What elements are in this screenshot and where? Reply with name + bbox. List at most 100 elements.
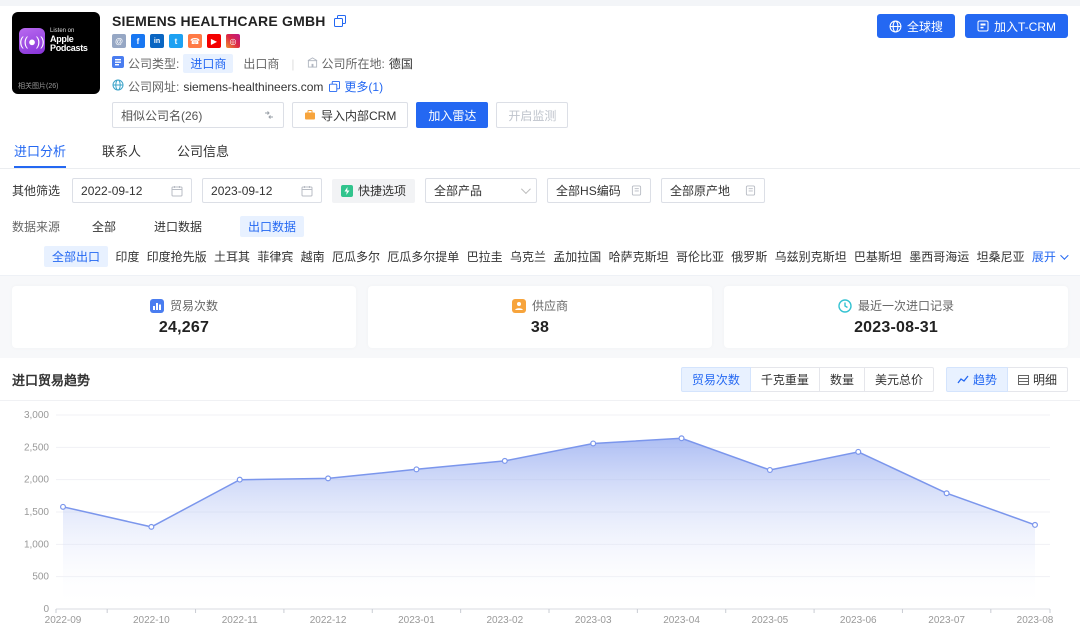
location-label: 公司所在地: [322, 55, 385, 72]
country-all-export[interactable]: 全部出口 [44, 246, 108, 267]
copy-url-icon[interactable] [329, 81, 340, 92]
country-ecuador-bol[interactable]: 厄瓜多尔提单 [387, 248, 459, 265]
globe-search-icon [889, 20, 902, 33]
svg-text:2022-10: 2022-10 [133, 615, 170, 626]
main-tabs: 进口分析 联系人 公司信息 [0, 132, 1080, 169]
metric-usd-total[interactable]: 美元总价 [864, 367, 934, 392]
metric-quantity[interactable]: 数量 [819, 367, 865, 392]
country-mexico-sea[interactable]: 墨西哥海运 [909, 248, 969, 265]
svg-text:2022-09: 2022-09 [45, 615, 82, 626]
svg-text:2,500: 2,500 [24, 442, 49, 453]
svg-text:2023-03: 2023-03 [575, 615, 612, 626]
stat-value: 2023-08-31 [854, 319, 938, 337]
country-kazakhstan[interactable]: 哈萨克斯坦 [609, 248, 669, 265]
tab-company-info[interactable]: 公司信息 [177, 141, 229, 168]
data-source-label: 数据来源 [12, 218, 60, 235]
country-turkey[interactable]: 土耳其 [214, 248, 250, 265]
chart-title: 进口贸易趋势 [12, 370, 681, 389]
product-select[interactable]: 全部产品 [425, 178, 537, 203]
filter-bar: 其他筛选 2022-09-12 2023-09-12 快捷选项 全部产品 全部H… [0, 169, 1080, 212]
similar-company-input[interactable]: 相似公司名(26) [112, 102, 284, 128]
svg-text:2023-04: 2023-04 [663, 615, 700, 626]
phone-icon[interactable]: ☎ [188, 34, 202, 48]
location-value: 德国 [389, 55, 413, 72]
website-icon[interactable]: @ [112, 34, 126, 48]
svg-text:2022-11: 2022-11 [222, 615, 258, 626]
svg-text:2023-07: 2023-07 [928, 615, 965, 626]
stats-section: 贸易次数 24,267 供应商 38 最近一次进口记录 2023-08-31 [0, 276, 1080, 358]
svg-text:2023-05: 2023-05 [752, 615, 789, 626]
type-importer-chip[interactable]: 进口商 [183, 54, 233, 73]
country-colombia[interactable]: 哥伦比亚 [676, 248, 724, 265]
country-bangladesh[interactable]: 孟加拉国 [553, 248, 601, 265]
country-vietnam[interactable]: 越南 [301, 248, 325, 265]
quick-options-icon [341, 185, 353, 197]
metric-trade-count[interactable]: 贸易次数 [681, 367, 751, 392]
country-philippines[interactable]: 菲律宾 [257, 248, 293, 265]
country-paraguay[interactable]: 巴拉圭 [467, 248, 503, 265]
view-trend[interactable]: 趋势 [946, 367, 1008, 392]
tab-import-analysis[interactable]: 进口分析 [14, 141, 66, 168]
metric-kg-weight[interactable]: 千克重量 [750, 367, 820, 392]
bar-chart-icon [150, 299, 164, 313]
linkedin-icon[interactable]: in [150, 34, 164, 48]
company-header: ((●)) Listen on Apple Podcasts 相关图片(26) … [0, 6, 1080, 132]
source-all[interactable]: 全部 [92, 218, 116, 235]
apple-podcasts-badge: Listen on Apple Podcasts [50, 28, 96, 54]
add-tcrm-button[interactable]: 加入T-CRM [965, 14, 1068, 38]
svg-text:500: 500 [32, 572, 49, 583]
stat-card-last-import: 最近一次进口记录 2023-08-31 [724, 286, 1068, 348]
svg-text:2023-01: 2023-01 [398, 615, 435, 626]
stat-value: 38 [531, 319, 549, 337]
other-filter-label: 其他筛选 [12, 182, 60, 199]
country-russia[interactable]: 俄罗斯 [731, 248, 767, 265]
apple-podcasts-icon: ((●)) [19, 28, 45, 54]
chevron-down-icon [1060, 251, 1068, 259]
type-exporter[interactable]: 出口商 [243, 55, 279, 72]
trend-chart[interactable]: 05001,0001,5002,0002,5003,0002022-092022… [0, 401, 1080, 634]
tab-contacts[interactable]: 联系人 [102, 141, 141, 168]
youtube-icon[interactable]: ▶ [207, 34, 221, 48]
import-crm-button[interactable]: 导入内部CRM [292, 102, 408, 128]
stat-value: 24,267 [159, 319, 209, 337]
add-radar-button[interactable]: 加入雷达 [416, 102, 488, 128]
website-url[interactable]: siemens-healthineers.com [183, 80, 323, 94]
company-image[interactable]: ((●)) Listen on Apple Podcasts 相关图片(26) [12, 12, 100, 94]
date-from-input[interactable]: 2022-09-12 [72, 178, 192, 203]
expand-link[interactable]: 展开 [1032, 248, 1066, 265]
svg-text:2023-06: 2023-06 [840, 615, 877, 626]
country-ecuador[interactable]: 厄瓜多尔 [332, 248, 380, 265]
country-tanzania[interactable]: 坦桑尼亚 [977, 248, 1025, 265]
expand-input-icon [263, 109, 275, 121]
date-to-input[interactable]: 2023-09-12 [202, 178, 322, 203]
svg-text:2023-08: 2023-08 [1017, 615, 1054, 626]
svg-text:0: 0 [43, 604, 49, 615]
view-detail[interactable]: 明细 [1007, 367, 1068, 392]
list-icon [631, 185, 642, 196]
source-import-data[interactable]: 进口数据 [154, 218, 202, 235]
country-india[interactable]: 印度 [115, 248, 139, 265]
clock-icon [838, 299, 852, 313]
website-label: 公司网址: [128, 78, 179, 95]
hs-code-select[interactable]: 全部HS编码 [547, 178, 651, 203]
global-search-button[interactable]: 全球搜 [877, 14, 955, 38]
country-pakistan[interactable]: 巴基斯坦 [854, 248, 902, 265]
data-source-row: 数据来源 全部 进口数据 出口数据 [0, 212, 1080, 239]
facebook-icon[interactable]: f [131, 34, 145, 48]
table-icon [1018, 375, 1029, 385]
stat-label: 贸易次数 [170, 297, 218, 314]
briefcase-icon [304, 109, 316, 121]
copy-icon[interactable] [334, 15, 346, 27]
quick-options-button[interactable]: 快捷选项 [332, 179, 415, 203]
more-link[interactable]: 更多(1) [344, 78, 383, 95]
svg-text:2023-02: 2023-02 [486, 615, 523, 626]
country-india-preview[interactable]: 印度抢先版 [147, 248, 207, 265]
country-uzbekistan[interactable]: 乌兹别克斯坦 [775, 248, 847, 265]
metric-toggle-group: 贸易次数 千克重量 数量 美元总价 [681, 367, 934, 392]
instagram-icon[interactable]: ◎ [226, 34, 240, 48]
source-export-data[interactable]: 出口数据 [240, 216, 304, 237]
country-ukraine[interactable]: 乌克兰 [510, 248, 546, 265]
start-monitor-button[interactable]: 开启监测 [496, 102, 568, 128]
origin-select[interactable]: 全部原产地 [661, 178, 765, 203]
twitter-icon[interactable]: t [169, 34, 183, 48]
